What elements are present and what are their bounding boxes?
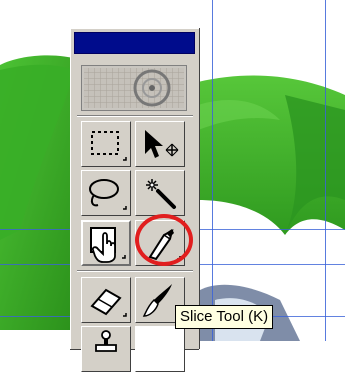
slice-tool-tooltip: Slice Tool (K) xyxy=(175,305,274,329)
eye-logo-icon xyxy=(84,68,184,108)
magic-wand-icon xyxy=(146,179,176,209)
marquee-tool-button[interactable] xyxy=(81,121,131,167)
vertical-guide-2[interactable] xyxy=(325,0,326,341)
next-tool-button[interactable] xyxy=(135,326,185,372)
stamp-tool-button[interactable] xyxy=(81,326,131,372)
palette-separator-2 xyxy=(77,270,193,272)
eraser-tool-button[interactable] xyxy=(81,277,131,323)
rectangular-marquee-icon xyxy=(91,131,127,161)
crop-icon xyxy=(90,227,126,263)
palette-title-bar[interactable] xyxy=(74,32,195,54)
stamp-icon xyxy=(95,330,117,352)
vertical-guide-1[interactable] xyxy=(212,0,213,341)
lasso-tool-button[interactable] xyxy=(81,170,131,216)
magic-wand-tool-button[interactable] xyxy=(135,170,185,216)
tools-palette xyxy=(70,28,199,372)
crop-tool-button[interactable] xyxy=(81,220,131,266)
palette-separator xyxy=(77,115,193,117)
palette-logo[interactable] xyxy=(81,65,187,111)
move-arrow-icon xyxy=(145,130,179,158)
move-tool-button[interactable] xyxy=(135,121,185,167)
eraser-icon xyxy=(90,288,127,317)
lasso-icon xyxy=(89,179,127,210)
slice-tool-highlight-ring xyxy=(135,214,193,266)
